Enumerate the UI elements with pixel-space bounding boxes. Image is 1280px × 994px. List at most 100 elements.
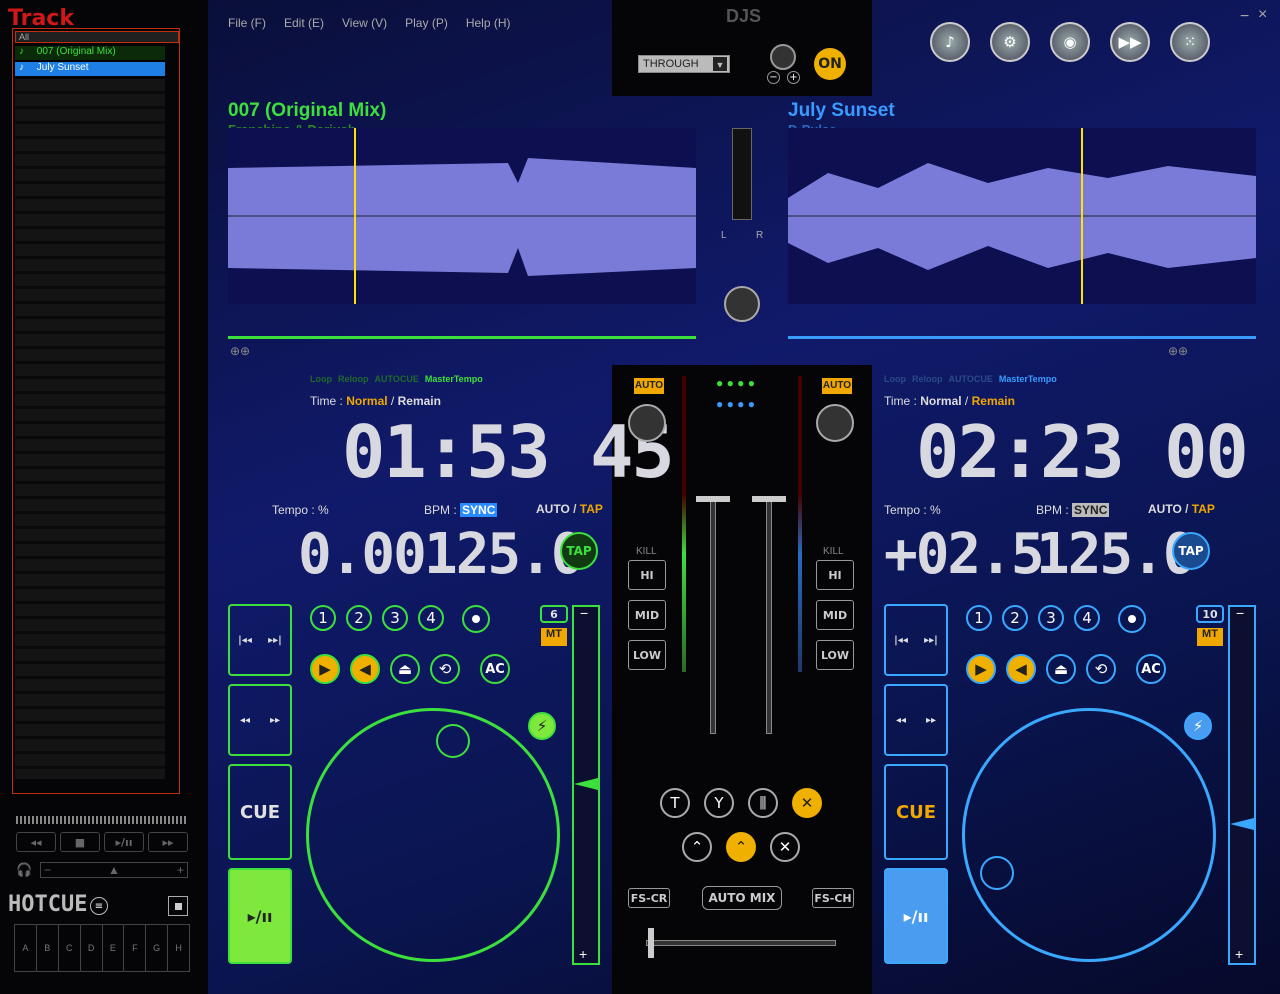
effect-icon-5[interactable]: ⁙	[1170, 22, 1210, 62]
deckA-tap-button[interactable]: TAP	[560, 532, 598, 570]
deckA-loop[interactable]: ⟲	[430, 654, 460, 684]
normal-mode[interactable]: Normal	[920, 394, 961, 408]
channel-fader-left[interactable]	[710, 500, 716, 734]
prev-track-button[interactable]: |◂◂	[238, 635, 252, 646]
menu-file[interactable]: File (F)	[228, 16, 266, 30]
eq-mid-right[interactable]: MID	[816, 600, 854, 630]
forward-button[interactable]: ▸▸	[148, 832, 188, 852]
deckB-cue-3[interactable]: 3	[1038, 605, 1064, 631]
auto-label[interactable]: AUTO	[1148, 502, 1182, 516]
hotcue-key[interactable]: C	[59, 925, 81, 971]
sync-button[interactable]: SYNC	[460, 503, 498, 517]
effect-icon-1[interactable]: ♪	[930, 22, 970, 62]
deckB-progress[interactable]	[788, 336, 1256, 339]
fs-cr-button[interactable]: FS-CR	[628, 888, 670, 908]
menu-view[interactable]: View (V)	[342, 16, 387, 30]
plus-icon[interactable]: +	[787, 71, 800, 84]
autocue-toggle[interactable]: AUTOCUE	[949, 374, 993, 384]
fx-button-2[interactable]: Y	[704, 788, 734, 818]
deckB-ac[interactable]: AC	[1136, 654, 1166, 684]
hotcue-key[interactable]: B	[37, 925, 59, 971]
deckA-scratch-icon[interactable]: ⚡	[528, 712, 556, 740]
pitch-plus[interactable]: +	[579, 946, 587, 962]
fx-button-6[interactable]: ⌃	[726, 832, 756, 862]
next-track-button[interactable]: ▸▸|	[268, 635, 282, 646]
deckB-record-cue[interactable]	[1118, 605, 1146, 633]
loop-toggle[interactable]: Loop	[310, 374, 332, 384]
remain-mode[interactable]: Remain	[972, 394, 1015, 408]
effect-icon-4[interactable]: ▶▶	[1110, 22, 1150, 62]
deckB-mt[interactable]: MT	[1197, 628, 1223, 646]
auto-label[interactable]: AUTO	[536, 502, 570, 516]
eq-hi-right[interactable]: HI	[816, 560, 854, 590]
deckA-cue-3[interactable]: 3	[382, 605, 408, 631]
next-track-button[interactable]: ▸▸|	[924, 635, 938, 646]
deckA-progress[interactable]	[228, 336, 696, 339]
fader-knob-right[interactable]	[752, 496, 786, 502]
eq-hi-left[interactable]: HI	[628, 560, 666, 590]
fs-ch-button[interactable]: FS-CH	[812, 888, 854, 908]
forward-button[interactable]: ▸▸	[926, 715, 936, 726]
automix-button[interactable]: AUTO MIX	[702, 886, 782, 910]
fx-button-5[interactable]: ⌃	[682, 832, 712, 862]
reloop-toggle[interactable]: Reloop	[912, 374, 943, 384]
pitch-minus[interactable]: −	[1236, 605, 1244, 621]
deckB-cue-1[interactable]: 1	[966, 605, 992, 631]
minus-icon[interactable]: −	[767, 71, 780, 84]
playlist-item[interactable]: ♪ July Sunset	[15, 62, 165, 76]
deckB-play-cue[interactable]: ▶	[966, 654, 996, 684]
loop-toggle[interactable]: Loop	[884, 374, 906, 384]
deckA-play-cue[interactable]: ▶	[310, 654, 340, 684]
hotcue-record-button[interactable]	[168, 896, 188, 916]
fx-button-3[interactable]: ⫼	[748, 788, 778, 818]
deckA-cue-1[interactable]: 1	[310, 605, 336, 631]
mastertempo-toggle[interactable]: MasterTempo	[999, 374, 1057, 384]
deckB-scratch-icon[interactable]: ⚡	[1184, 712, 1212, 740]
playlist-item[interactable]: ♪ 007 (Original Mix)	[15, 46, 165, 60]
rewind-button[interactable]: ◂◂	[16, 832, 56, 852]
deckA-cue-button[interactable]: CUE	[228, 764, 292, 860]
crossfader[interactable]	[646, 940, 836, 946]
hotcue-key[interactable]: A	[15, 925, 37, 971]
stop-button[interactable]: ■	[60, 832, 100, 852]
play-button[interactable]: ▸/ıı	[104, 832, 144, 852]
minimize-button[interactable]: −	[1240, 8, 1249, 26]
deckB-prev-cue[interactable]: ◀	[1006, 654, 1036, 684]
deckA-beat[interactable]: 6	[540, 605, 568, 623]
deckA-prev-cue[interactable]: ◀	[350, 654, 380, 684]
tap-label[interactable]: TAP	[1192, 502, 1215, 516]
deckA-record-cue[interactable]	[462, 605, 490, 633]
crossfader-knob[interactable]	[648, 928, 654, 958]
rewind-button[interactable]: ◂◂	[240, 715, 250, 726]
deckB-jog-wheel[interactable]	[962, 708, 1216, 962]
channel-fader-right[interactable]	[766, 500, 772, 734]
deckA-jog-wheel[interactable]	[306, 708, 560, 962]
cue-mix-knob[interactable]	[724, 286, 760, 322]
prev-track-button[interactable]: |◂◂	[894, 635, 908, 646]
normal-mode[interactable]: Normal	[346, 394, 387, 408]
tap-label[interactable]: TAP	[580, 502, 603, 516]
gain-knob-left[interactable]	[628, 404, 666, 442]
rewind-button[interactable]: ◂◂	[896, 715, 906, 726]
remain-mode[interactable]: Remain	[398, 394, 441, 408]
menu-play[interactable]: Play (P)	[405, 16, 448, 30]
hotcue-key[interactable]: E	[103, 925, 125, 971]
pitch-plus[interactable]: +	[1235, 946, 1243, 962]
through-select[interactable]: THROUGH ▼	[638, 55, 730, 73]
deckA-eject[interactable]: ⏏	[390, 654, 420, 684]
deckA-mt[interactable]: MT	[541, 628, 567, 646]
hotcue-key[interactable]: F	[124, 925, 147, 971]
deckB-waveform[interactable]	[788, 128, 1256, 304]
master-volume-knob[interactable]	[770, 44, 796, 70]
eq-low-right[interactable]: LOW	[816, 640, 854, 670]
playlist-filter[interactable]: All	[15, 31, 179, 43]
pitch-minus[interactable]: −	[580, 605, 588, 621]
hotcue-key[interactable]: G	[146, 925, 169, 971]
eq-mid-left[interactable]: MID	[628, 600, 666, 630]
hotcue-key[interactable]: H	[168, 925, 189, 971]
autocue-toggle[interactable]: AUTOCUE	[375, 374, 419, 384]
fx-button-4[interactable]: ✕	[792, 788, 822, 818]
on-button[interactable]: ON	[814, 48, 846, 80]
close-button[interactable]: ×	[1258, 6, 1267, 24]
deckB-pitch-slider[interactable]	[1228, 605, 1256, 965]
